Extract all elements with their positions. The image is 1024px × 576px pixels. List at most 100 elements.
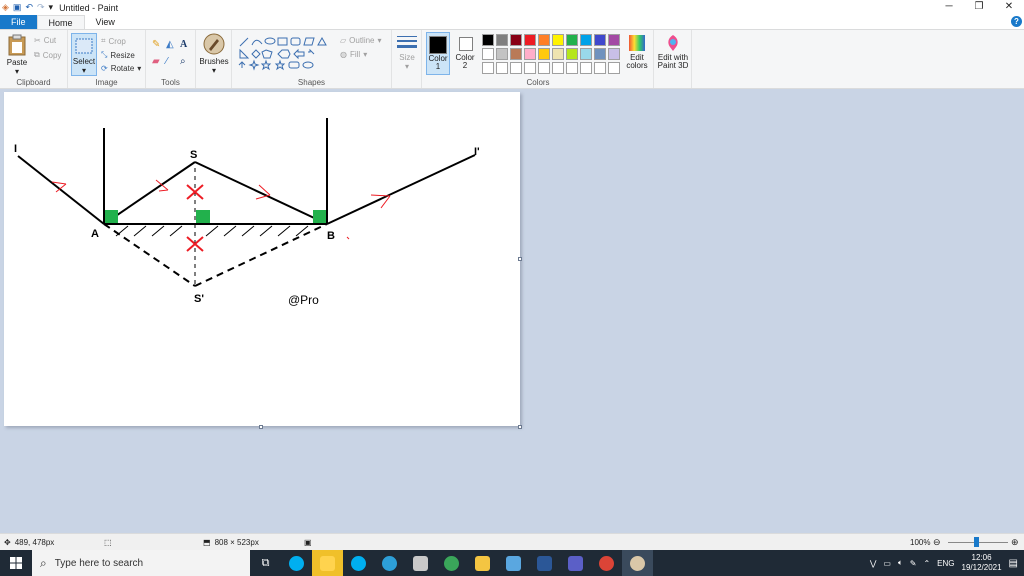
skype-icon[interactable] xyxy=(281,550,312,576)
magnifier-icon[interactable]: ⌕ xyxy=(180,56,194,67)
palette-swatch[interactable] xyxy=(510,34,522,46)
palette-swatch[interactable] xyxy=(496,62,508,74)
paint-taskbar-icon[interactable] xyxy=(622,550,653,576)
zoom-out-button[interactable]: ⊖ xyxy=(933,537,941,548)
palette-swatch[interactable] xyxy=(566,48,578,60)
rotate-button[interactable]: ⟳ Rotate ▾ xyxy=(101,64,141,73)
palette-swatch[interactable] xyxy=(496,34,508,46)
size-button[interactable]: Size ▾ xyxy=(395,35,419,71)
palette-swatch[interactable] xyxy=(510,48,522,60)
drawing-canvas[interactable]: I I' S S' A B @Pro xyxy=(4,92,520,426)
resize-handle-bottom[interactable] xyxy=(259,425,263,429)
volume-icon[interactable]: 🔈︎ xyxy=(898,558,903,568)
palette-swatch[interactable] xyxy=(580,34,592,46)
zoom-in-button[interactable]: ⊕ xyxy=(1011,537,1019,548)
paste-button[interactable]: Paste ▾ xyxy=(4,34,30,76)
title-bar: ◈ ▣ ↶ ↷ ▾ Untitled - Paint ─ ❐ ✕ xyxy=(0,0,1024,15)
fill-button[interactable]: ◍ Fill ▾ xyxy=(340,50,367,59)
file-explorer-icon[interactable] xyxy=(467,550,498,576)
edit-with-paint3d-button[interactable]: Edit with Paint 3D xyxy=(655,34,691,70)
palette-swatch[interactable] xyxy=(538,34,550,46)
tab-view[interactable]: View xyxy=(85,15,126,29)
pen-icon[interactable]: ✎ xyxy=(910,559,917,568)
window-title: Untitled - Paint xyxy=(59,2,119,13)
taskbar-search[interactable]: ⌕ Type here to search xyxy=(32,550,250,576)
eraser-icon[interactable]: ▰ xyxy=(152,56,166,67)
sticky-notes-icon[interactable] xyxy=(312,550,343,576)
crop-button[interactable]: ⌗ Crop xyxy=(101,36,126,46)
palette-swatch[interactable] xyxy=(496,48,508,60)
clock[interactable]: 12:06 19/12/2021 xyxy=(962,553,1002,573)
photos-icon[interactable] xyxy=(498,550,529,576)
palette-swatch[interactable] xyxy=(566,34,578,46)
language-indicator[interactable]: ENG xyxy=(937,559,954,568)
palette-swatch[interactable] xyxy=(552,34,564,46)
palette-swatch[interactable] xyxy=(524,34,536,46)
palette-swatch[interactable] xyxy=(608,62,620,74)
tab-file[interactable]: File xyxy=(0,15,37,29)
color1-button[interactable]: Color 1 xyxy=(426,32,450,75)
color2-button[interactable]: Color 2 xyxy=(454,32,478,75)
maximize-button[interactable]: ❐ xyxy=(964,0,994,15)
palette-swatch[interactable] xyxy=(608,34,620,46)
teams-icon[interactable] xyxy=(560,550,591,576)
chevron-up-icon[interactable]: ⌃ xyxy=(923,559,930,568)
brushes-button[interactable]: Brushes ▾ xyxy=(199,33,229,75)
vpn-icon[interactable]: ⋁ xyxy=(870,559,877,568)
color-picker-icon[interactable]: ⁄ xyxy=(166,56,180,67)
app-icon[interactable] xyxy=(405,550,436,576)
resize-handle-corner[interactable] xyxy=(518,425,522,429)
shapes-gallery[interactable] xyxy=(238,36,338,72)
palette-swatch[interactable] xyxy=(580,48,592,60)
skype-icon-2[interactable] xyxy=(343,550,374,576)
palette-swatch[interactable] xyxy=(524,48,536,60)
size-group: Size ▾ xyxy=(392,30,422,88)
help-icon[interactable]: ? xyxy=(1011,16,1022,27)
palette-swatch[interactable] xyxy=(538,62,550,74)
start-button[interactable] xyxy=(0,550,32,576)
network-icon[interactable]: ▭ xyxy=(883,559,891,568)
palette-swatch[interactable] xyxy=(482,34,494,46)
minimize-button[interactable]: ─ xyxy=(934,0,964,15)
cut-button[interactable]: ✂ Cut xyxy=(34,36,56,45)
palette-swatch[interactable] xyxy=(482,48,494,60)
palette-swatch[interactable] xyxy=(538,48,550,60)
palette-swatch[interactable] xyxy=(524,62,536,74)
palette-swatch[interactable] xyxy=(552,48,564,60)
palette-swatch[interactable] xyxy=(594,48,606,60)
resize-button[interactable]: ⤡ Resize xyxy=(101,50,135,60)
edit-colors-button[interactable]: Edit colors xyxy=(624,34,650,70)
save-icon[interactable]: ▣ xyxy=(13,2,22,13)
scissors-icon: ✂ xyxy=(34,36,41,45)
pencil-icon[interactable]: ✎ xyxy=(152,39,166,50)
fill-bucket-icon[interactable]: ◭ xyxy=(166,39,180,50)
maps-icon[interactable] xyxy=(436,550,467,576)
cursor-position-icon: ✥ xyxy=(4,537,11,547)
palette-swatch[interactable] xyxy=(594,62,606,74)
edge-icon[interactable] xyxy=(374,550,405,576)
palette-swatch[interactable] xyxy=(510,62,522,74)
right-angle-marker-b xyxy=(313,210,326,223)
palette-swatch[interactable] xyxy=(482,62,494,74)
resize-handle-right[interactable] xyxy=(518,257,522,261)
redo-icon[interactable]: ↷ xyxy=(37,2,45,13)
task-view-icon[interactable]: ⧉ xyxy=(250,550,281,576)
chrome-icon[interactable] xyxy=(591,550,622,576)
customize-qa-icon[interactable]: ▾ xyxy=(49,2,54,13)
palette-swatch[interactable] xyxy=(566,62,578,74)
palette-swatch[interactable] xyxy=(580,62,592,74)
zoom-slider-thumb[interactable] xyxy=(974,537,979,547)
close-button[interactable]: ✕ xyxy=(994,0,1024,15)
copy-button[interactable]: ⧉ Copy xyxy=(34,50,61,60)
reflected-ray xyxy=(326,154,476,225)
select-button[interactable]: Select ▾ xyxy=(71,33,97,76)
palette-swatch[interactable] xyxy=(608,48,620,60)
palette-swatch[interactable] xyxy=(594,34,606,46)
tab-home[interactable]: Home xyxy=(36,15,85,29)
text-icon[interactable]: A xyxy=(180,39,194,50)
undo-icon[interactable]: ↶ xyxy=(25,2,33,13)
palette-swatch[interactable] xyxy=(552,62,564,74)
notifications-icon[interactable]: ▤ xyxy=(1009,558,1018,569)
outline-button[interactable]: ▱ Outline ▾ xyxy=(340,36,382,45)
word-icon[interactable] xyxy=(529,550,560,576)
